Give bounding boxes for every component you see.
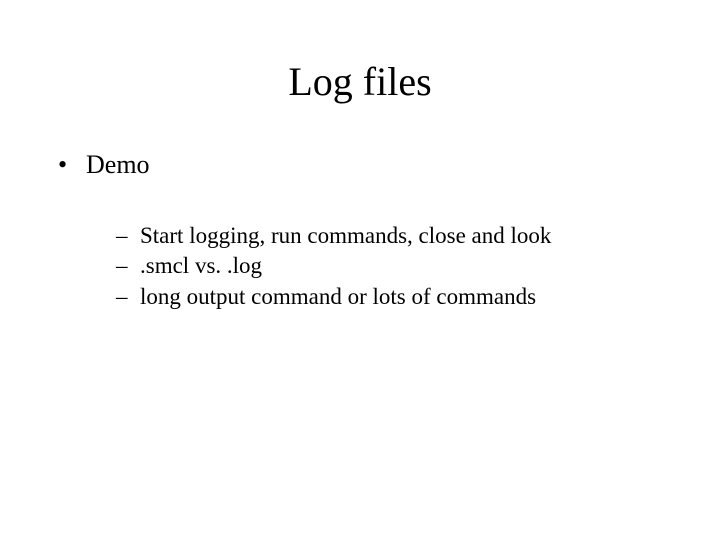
bullet-level2-label: long output command or lots of commands xyxy=(140,284,536,309)
bullet-level2-item: long output command or lots of commands xyxy=(116,283,664,312)
bullet-level2-item: Start logging, run commands, close and l… xyxy=(116,222,664,251)
bullet-list-level1: Demo Start logging, run commands, close … xyxy=(56,149,664,312)
bullet-list-level2: Start logging, run commands, close and l… xyxy=(86,222,664,312)
bullet-level2-label: Start logging, run commands, close and l… xyxy=(140,223,551,248)
bullet-level2-label: .smcl vs. .log xyxy=(140,253,262,278)
bullet-level1-item: Demo Start logging, run commands, close … xyxy=(56,149,664,312)
bullet-level2-item: .smcl vs. .log xyxy=(116,252,664,281)
slide-title: Log files xyxy=(0,0,720,105)
slide-body: Demo Start logging, run commands, close … xyxy=(0,105,720,312)
bullet-level1-label: Demo xyxy=(86,150,150,179)
slide: Log files Demo Start logging, run comman… xyxy=(0,0,720,540)
